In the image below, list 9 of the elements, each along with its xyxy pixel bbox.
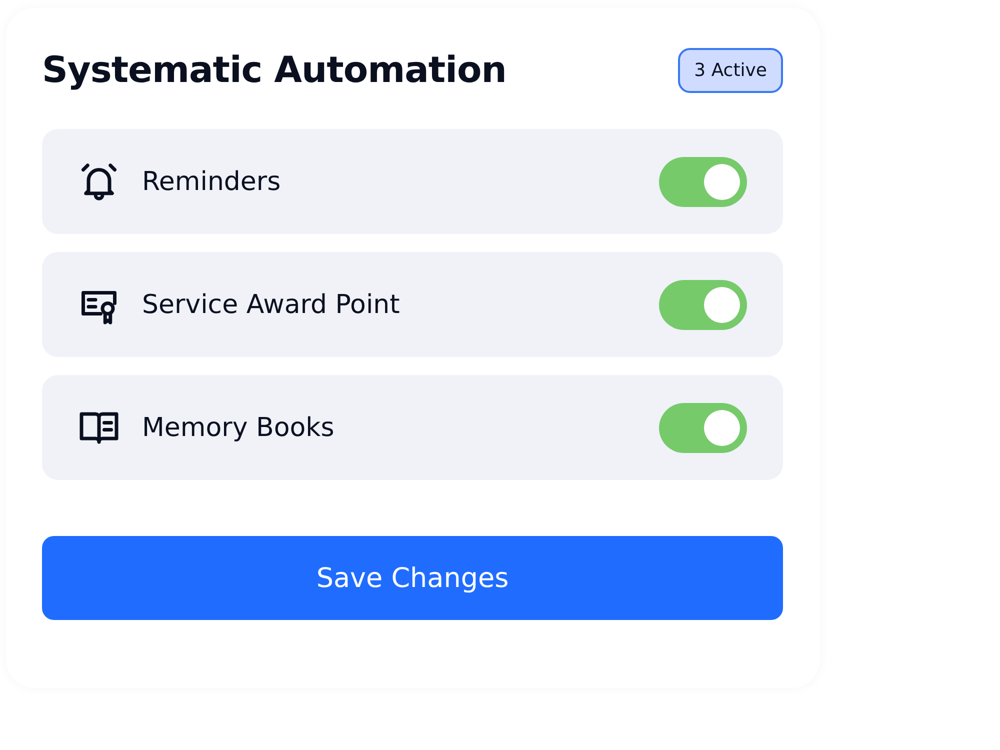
save-button[interactable]: Save Changes [42,536,783,620]
toggle-switch[interactable] [659,402,747,452]
row-label: Service Award Point [142,290,401,320]
row-label: Memory Books [142,412,336,442]
active-count-badge: 3 Active [678,48,783,93]
row-label: Reminders [142,166,282,196]
toggle-switch[interactable] [659,156,747,206]
toggle-switch[interactable] [659,280,747,330]
card-title: Systematic Automation [42,50,506,91]
